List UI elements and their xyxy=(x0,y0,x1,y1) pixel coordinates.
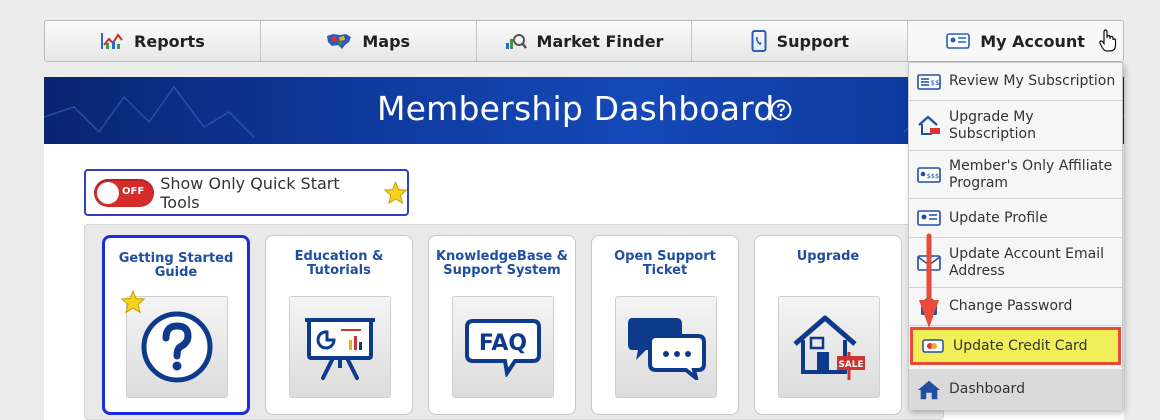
subscription-list-icon: $$ xyxy=(917,73,941,90)
menu-review-subscription[interactable]: $$ Review My Subscription xyxy=(909,63,1122,101)
credit-card-icon xyxy=(922,339,944,353)
menu-update-profile[interactable]: Update Profile xyxy=(909,199,1122,238)
menu-update-email[interactable]: Update Account Email Address xyxy=(909,238,1122,288)
presentation-board-icon xyxy=(305,318,375,380)
svg-text:$$$: $$$ xyxy=(927,172,939,180)
nav-support[interactable]: Support xyxy=(692,21,909,61)
tile-label: KnowledgeBase & Support System xyxy=(435,249,569,278)
menu-change-password[interactable]: Change Password xyxy=(909,288,1122,326)
menu-item-label: Update Account Email Address xyxy=(949,245,1104,279)
nav-market-finder-label: Market Finder xyxy=(536,31,664,51)
toggle-knob xyxy=(97,181,119,204)
svg-text:$$: $$ xyxy=(931,79,940,87)
menu-item-label: Upgrade My Subscription xyxy=(949,108,1036,142)
nav-reports[interactable]: Reports xyxy=(45,21,261,61)
upgrade-house-icon xyxy=(918,115,940,135)
toggle-state-label: OFF xyxy=(122,185,145,197)
tile-open-support-ticket[interactable]: Open Support Ticket xyxy=(591,235,739,415)
annotation-arrow-icon xyxy=(919,233,939,328)
menu-update-credit-card[interactable]: Update Credit Card xyxy=(910,327,1121,365)
tile-education-tutorials[interactable]: Education & Tutorials xyxy=(265,235,413,415)
quick-start-filter: OFF Show Only Quick Start Tools xyxy=(84,169,409,216)
tile-image: SALE xyxy=(778,296,880,398)
nav-maps-label: Maps xyxy=(362,31,411,51)
menu-item-label: Dashboard xyxy=(949,381,1025,397)
svg-text:SALE: SALE xyxy=(838,360,863,370)
menu-item-label: Update Profile xyxy=(949,209,1048,226)
chat-bubbles-icon xyxy=(628,318,706,380)
menu-item-label: Member's Only Affiliate Program xyxy=(949,157,1113,191)
menu-dashboard[interactable]: Dashboard xyxy=(909,369,1122,410)
tile-label: Education & Tutorials xyxy=(294,249,384,278)
star-icon xyxy=(383,180,407,204)
tile-image: FAQ xyxy=(452,296,554,398)
top-nav: Reports Maps Market Finder Support My Ac… xyxy=(44,20,1124,62)
tile-label: Upgrade xyxy=(796,249,860,264)
nav-my-account[interactable]: My Account xyxy=(908,21,1123,61)
menu-affiliate-program[interactable]: $$$ Member's Only Affiliate Program xyxy=(909,151,1122,199)
page-title: Membership Dashboard xyxy=(377,89,775,128)
help-question-icon[interactable] xyxy=(770,99,792,121)
phone-support-icon xyxy=(751,30,767,52)
nav-maps[interactable]: Maps xyxy=(261,21,477,61)
menu-upgrade-subscription[interactable]: Upgrade My Subscription xyxy=(909,101,1122,151)
nav-reports-label: Reports xyxy=(134,31,205,51)
reports-chart-icon xyxy=(101,33,123,49)
nav-my-account-label: My Account xyxy=(980,31,1085,51)
svg-text:FAQ: FAQ xyxy=(479,331,527,356)
tile-upgrade[interactable]: Upgrade SALE xyxy=(754,235,902,415)
quick-start-label: Show Only Quick Start Tools xyxy=(160,173,340,212)
tile-knowledgebase-support[interactable]: KnowledgeBase & Support System FAQ xyxy=(428,235,576,415)
profile-card-icon xyxy=(917,210,941,226)
tile-image xyxy=(615,296,717,398)
menu-item-label: Review My Subscription xyxy=(949,73,1116,89)
tile-label: Open Support Ticket xyxy=(614,249,716,278)
hand-cursor-icon xyxy=(1099,29,1117,52)
affiliate-card-icon: $$$ xyxy=(917,166,941,183)
faq-bubble-icon: FAQ xyxy=(465,319,541,377)
usa-map-icon xyxy=(327,34,352,49)
tile-image xyxy=(289,296,391,398)
quick-start-toggle[interactable]: OFF xyxy=(94,178,155,207)
menu-item-label: Change Password xyxy=(949,298,1073,314)
account-card-icon xyxy=(946,33,971,49)
tools-panel: Getting Started Guide Education & Tutori… xyxy=(84,224,944,420)
question-icon xyxy=(141,311,213,383)
nav-market-finder[interactable]: Market Finder xyxy=(477,21,693,61)
nav-support-label: Support xyxy=(776,31,849,51)
menu-item-label: Update Credit Card xyxy=(953,337,1088,354)
tile-getting-started-guide[interactable]: Getting Started Guide xyxy=(102,235,250,415)
home-icon xyxy=(917,380,941,399)
quick-start-star-icon xyxy=(121,290,145,314)
market-finder-icon xyxy=(505,34,527,49)
my-account-dropdown: $$ Review My Subscription Upgrade My Sub… xyxy=(908,62,1123,410)
tile-label: Getting Started Guide xyxy=(118,251,234,280)
house-sale-icon: SALE xyxy=(793,315,865,380)
